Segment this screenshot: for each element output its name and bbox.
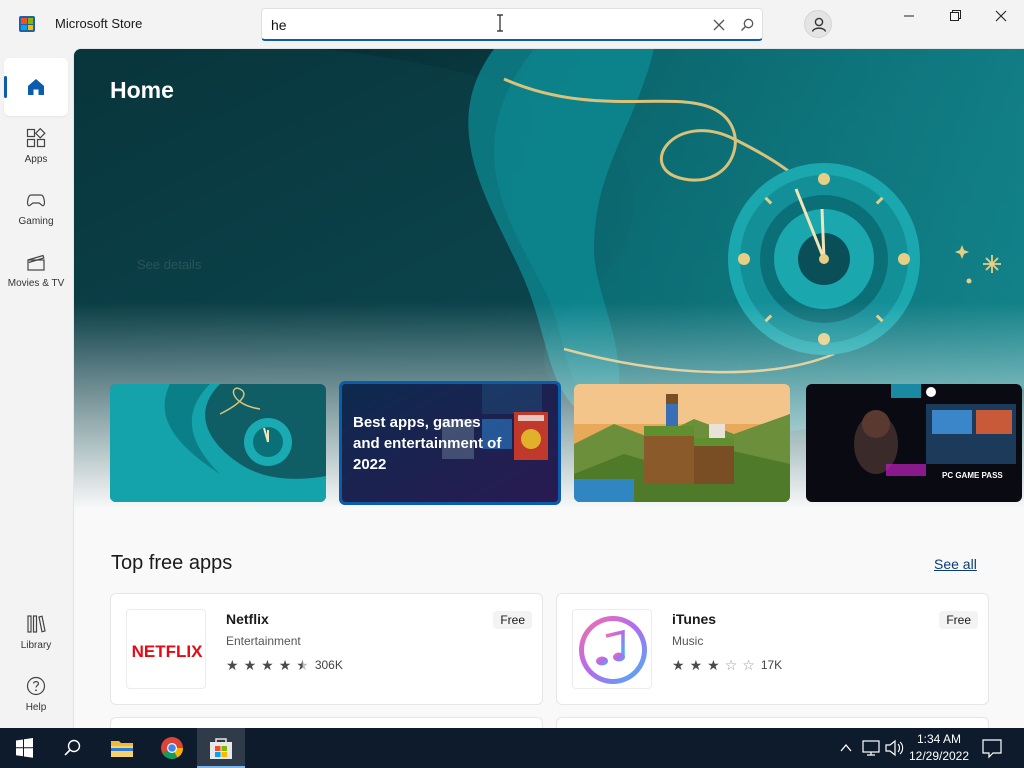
taskbar-search-button[interactable] — [48, 728, 96, 768]
maximize-button[interactable] — [932, 0, 978, 32]
store-bag-icon — [210, 738, 232, 759]
app-card-partial[interactable] — [556, 717, 989, 728]
section-title: Top free apps — [111, 552, 233, 574]
file-explorer-button[interactable] — [98, 728, 146, 768]
carousel-card-text: Best apps, games and entertainment of 20… — [353, 414, 502, 473]
minimize-icon — [904, 15, 914, 17]
sidebar-item-label: Help — [25, 702, 47, 713]
notification-icon[interactable] — [980, 728, 1004, 768]
price-badge: Free — [939, 611, 978, 629]
netflix-logo-text: NETFLIX — [132, 642, 203, 661]
app-card-netflix[interactable]: NETFLIX Netflix Entertainment ★ ★ ★ ★ ★ 306K… — [110, 593, 543, 705]
microsoft-store-taskbar-button[interactable] — [197, 728, 245, 768]
star-full-icon: ★ — [689, 657, 703, 673]
rating-count: 306K — [314, 658, 343, 672]
home-icon — [28, 79, 44, 95]
sidebar-item-label: Library — [20, 640, 52, 651]
restore-icon — [950, 10, 961, 21]
star-rating: ★ ★ ★ ★ ★ — [226, 657, 309, 673]
sidebar-item-movies-tv[interactable]: Movies & TV — [4, 240, 68, 298]
network-icon[interactable] — [861, 728, 883, 768]
close-icon — [995, 10, 1007, 22]
sidebar-item-gaming[interactable]: Gaming — [4, 178, 68, 236]
app-category: Entertainment — [226, 634, 301, 648]
search-input[interactable] — [271, 15, 701, 35]
carousel-thumbnail — [806, 384, 1022, 502]
star-empty-icon: ☆ — [742, 657, 755, 673]
sidebar: Apps Gaming Movies & TV Library Help — [0, 48, 73, 728]
gamepad-icon — [27, 194, 45, 207]
store-logo-icon — [19, 16, 35, 32]
sidebar-item-help[interactable]: Help — [4, 664, 68, 722]
account-button[interactable] — [804, 10, 832, 38]
carousel-thumbnail — [110, 384, 326, 502]
app-card-partial[interactable] — [110, 717, 543, 728]
carousel-card-best-of-2022[interactable]: Best apps, games and entertainment of 20… — [339, 381, 561, 505]
taskbar-clock[interactable]: 1:34 AM 12/29/2022 — [908, 731, 970, 765]
library-icon — [27, 615, 46, 633]
user-icon — [811, 17, 827, 32]
clock-date: 12/29/2022 — [908, 749, 970, 763]
selection-indicator — [4, 76, 7, 98]
carousel-card-minecraft[interactable] — [574, 384, 790, 502]
sidebar-item-label: Movies & TV — [7, 278, 65, 289]
title-bar: Microsoft Store — [0, 0, 1024, 48]
rating-count: 17K — [760, 658, 783, 672]
clock-time: 1:34 AM — [916, 732, 962, 746]
start-button[interactable] — [0, 728, 48, 768]
text-cursor-icon — [497, 14, 503, 32]
sidebar-item-apps[interactable]: Apps — [4, 116, 68, 174]
price-badge: Free — [493, 611, 532, 629]
search-icon[interactable] — [739, 17, 755, 33]
netflix-logo-icon: NETFLIX — [126, 609, 206, 689]
star-full-icon: ★ — [243, 657, 257, 673]
search-icon — [64, 739, 81, 756]
star-empty-icon: ☆ — [724, 657, 738, 673]
taskbar: 1:34 AM 12/29/2022 — [0, 728, 1024, 768]
chrome-icon — [161, 737, 183, 759]
star-half-icon: ★ — [296, 657, 309, 673]
sidebar-item-label: Gaming — [18, 216, 54, 227]
star-full-icon: ★ — [707, 657, 720, 673]
app-rating: ★ ★ ★ ★ ★ 306K — [226, 657, 343, 673]
sidebar-item-label: Apps — [24, 154, 48, 165]
star-full-icon: ★ — [226, 657, 239, 673]
star-full-icon: ★ — [261, 657, 274, 673]
star-full-icon: ★ — [672, 657, 685, 673]
main-content: Home See details Best apps, games and en… — [73, 48, 1024, 728]
show-hidden-icons-icon[interactable] — [836, 728, 856, 768]
help-icon — [26, 676, 46, 696]
see-details-link[interactable]: See details — [137, 257, 201, 272]
close-button[interactable] — [978, 0, 1024, 32]
clear-search-icon[interactable] — [711, 17, 727, 33]
search-box[interactable] — [261, 8, 763, 41]
app-title: Microsoft Store — [55, 16, 143, 31]
volume-icon[interactable] — [884, 728, 904, 768]
minimize-button[interactable] — [886, 0, 932, 32]
carousel-card-game-pass[interactable]: PC GAME PASS — [806, 384, 1022, 502]
app-name: iTunes — [672, 611, 717, 627]
game-pass-label: PC GAME PASS — [942, 471, 1003, 480]
folder-icon — [111, 741, 133, 757]
app-category: Music — [672, 634, 704, 648]
carousel-thumbnail — [574, 384, 790, 502]
windows-icon — [16, 738, 33, 758]
apps-icon — [26, 128, 46, 148]
page-title: Home — [110, 77, 174, 103]
app-name: Netflix — [226, 611, 269, 627]
app-rating: ★ ★ ★ ☆ ☆ 17K — [672, 657, 782, 673]
star-rating: ★ ★ ★ ☆ ☆ — [672, 657, 755, 673]
film-icon — [27, 254, 45, 271]
sidebar-item-library[interactable]: Library — [4, 602, 68, 660]
see-all-link[interactable]: See all — [934, 556, 977, 572]
itunes-logo-icon — [572, 609, 652, 689]
star-full-icon: ★ — [278, 657, 292, 673]
chrome-button[interactable] — [148, 728, 196, 768]
carousel-card-new-year[interactable] — [110, 384, 326, 502]
sidebar-item-home[interactable] — [4, 58, 68, 116]
app-card-itunes[interactable]: iTunes Music ★ ★ ★ ☆ ☆ 17K Free — [556, 593, 989, 705]
